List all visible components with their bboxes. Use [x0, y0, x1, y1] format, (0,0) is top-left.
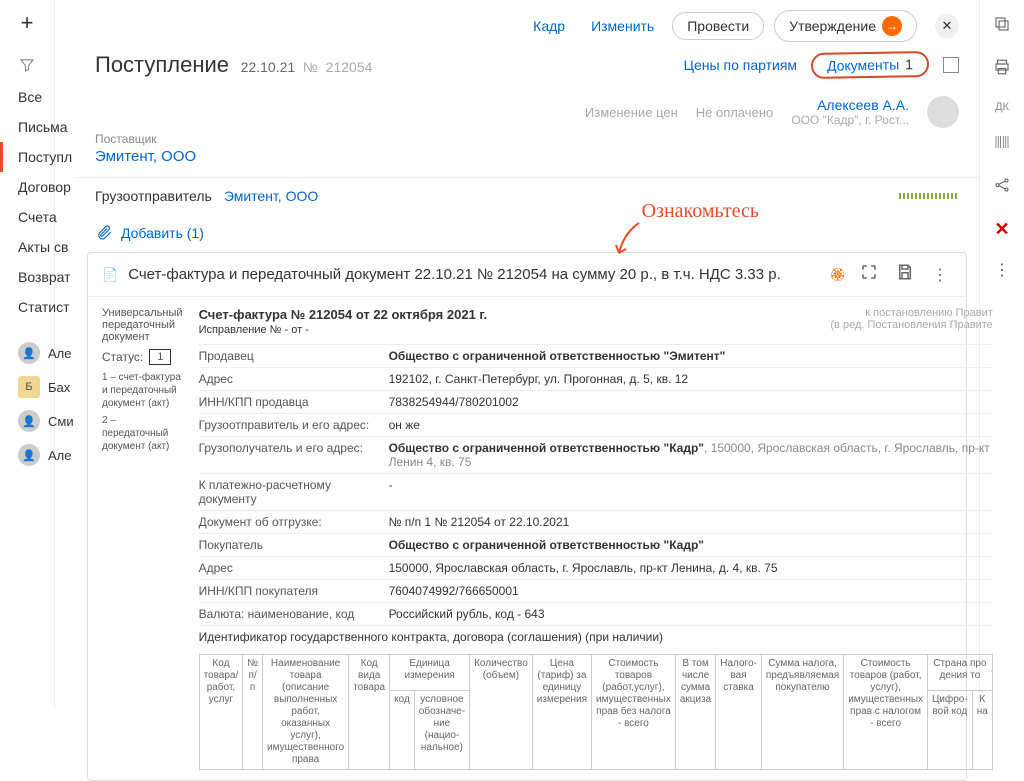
- person-company: ООО "Кадр", г. Рост...: [791, 113, 909, 127]
- copy-icon[interactable]: [993, 15, 1011, 38]
- sidebar-item-incoming[interactable]: Поступл: [0, 142, 75, 172]
- info-row: Грузополучатель и его адрес:Общество с о…: [199, 436, 993, 473]
- sidebar-item-acts[interactable]: Акты св: [18, 232, 75, 262]
- doc-icon: 📄: [102, 267, 118, 283]
- annotation-callout: Ознакомьтесь: [642, 200, 759, 223]
- sidebar-item-stats[interactable]: Статист: [18, 292, 75, 322]
- execute-button[interactable]: Провести: [672, 12, 764, 40]
- kadr-link[interactable]: Кадр: [525, 14, 573, 38]
- attach-icon: [95, 224, 113, 242]
- avatar: 👤: [18, 410, 40, 432]
- unpaid-label: Не оплачено: [696, 105, 773, 120]
- user-row[interactable]: Б Бах: [18, 372, 75, 402]
- save-icon[interactable]: [892, 263, 918, 286]
- user-row[interactable]: 👤 Але: [18, 338, 75, 368]
- status-note-1: 1 – счет-фактура и передаточный документ…: [102, 371, 183, 410]
- sidebar-item-bills[interactable]: Счета: [18, 202, 75, 232]
- invoice-heading: Счет-фактура № 212054 от 22 октября 2021…: [199, 307, 488, 322]
- info-row: ПродавецОбщество с ограниченной ответств…: [199, 344, 993, 367]
- more-icon[interactable]: ⋮: [994, 260, 1010, 280]
- fullscreen-icon[interactable]: [856, 263, 882, 286]
- ribbon-icon: 🏵: [829, 267, 846, 283]
- invoice-table: Код товара/ работ, услуг № п/п Наименова…: [199, 654, 993, 770]
- user-row[interactable]: 👤 Сми: [18, 406, 75, 436]
- info-row: ИНН/КПП покупателя7604074992/766650001: [199, 579, 993, 602]
- x-red-icon[interactable]: ✕: [994, 219, 1009, 240]
- sidebar-item-return[interactable]: Возврат: [18, 262, 75, 292]
- info-row: Адрес150000, Ярославская область, г. Яро…: [199, 556, 993, 579]
- dk-label[interactable]: ДК: [995, 101, 1009, 113]
- add-label: Добавить (1): [121, 225, 204, 241]
- info-row: Валюта: наименование, кодРоссийский рубл…: [199, 602, 993, 625]
- info-row: Документ об отгрузке:№ п/п 1 № 212054 от…: [199, 510, 993, 533]
- sidebar-item-contract[interactable]: Договор: [18, 172, 75, 202]
- price-change-label: Изменение цен: [585, 105, 678, 120]
- doc-title: Счет-фактура и передаточный документ 22.…: [128, 266, 819, 283]
- page-num-prefix: №: [303, 59, 322, 75]
- info-row: Адрес192102, г. Санкт-Петербург, ул. Про…: [199, 367, 993, 390]
- barcode-icon[interactable]: [993, 133, 1011, 156]
- page-date: 22.10.21: [241, 59, 296, 75]
- user-label: Але: [48, 346, 72, 361]
- documents-pill[interactable]: Документы 1: [811, 51, 929, 79]
- sidebar-item-letters[interactable]: Письма: [18, 112, 75, 142]
- status-value: 1: [149, 349, 171, 365]
- page-num: 212054: [326, 59, 373, 75]
- person-avatar[interactable]: [927, 96, 959, 128]
- print-icon[interactable]: [993, 58, 1011, 81]
- stripes-decor: [899, 193, 959, 199]
- add-button[interactable]: +: [21, 10, 34, 36]
- supplier-label: Поставщик: [95, 132, 959, 146]
- contract-id-label: Идентификатор государственного контракта…: [199, 625, 993, 648]
- sidebar-item-all[interactable]: Все: [18, 82, 75, 112]
- info-row: ИНН/КПП продавца7838254944/780201002: [199, 390, 993, 413]
- documents-count: 1: [905, 56, 913, 72]
- doc-more-icon[interactable]: ⋮: [928, 265, 952, 285]
- add-attachment-button[interactable]: Добавить (1): [75, 214, 979, 252]
- user-row[interactable]: 👤 Але: [18, 440, 75, 470]
- decree-1: к постановлению Правит: [830, 307, 992, 319]
- shipper-value[interactable]: Эмитент, ООО: [224, 188, 318, 204]
- invoice-correction: Исправление № - от -: [199, 324, 488, 336]
- share-icon[interactable]: [993, 176, 1011, 199]
- user-label: Бах: [48, 380, 70, 395]
- info-row: Грузоотправитель и его адрес:он же: [199, 413, 993, 436]
- user-label: Але: [48, 448, 72, 463]
- avatar: 👤: [18, 444, 40, 466]
- info-row: К платежно-расчетному документу-: [199, 473, 993, 510]
- approve-button[interactable]: Утверждение →: [774, 10, 917, 42]
- decree-2: (в ред. Постановления Правите: [830, 319, 992, 331]
- shipper-label: Грузоотправитель: [95, 188, 212, 204]
- status-note-2: 2 – передаточный документ (акт): [102, 414, 183, 453]
- arrow-right-icon: →: [882, 16, 902, 36]
- edit-square-icon[interactable]: [943, 57, 959, 73]
- status-label: Статус:: [102, 350, 143, 364]
- info-row: ПокупательОбщество с ограниченной ответс…: [199, 533, 993, 556]
- close-button[interactable]: ✕: [935, 14, 959, 38]
- page-title: Поступление: [95, 52, 229, 77]
- prices-link[interactable]: Цены по партиям: [684, 57, 797, 73]
- filter-icon[interactable]: [18, 56, 36, 77]
- user-label: Сми: [48, 414, 74, 429]
- avatar-initial: Б: [18, 376, 40, 398]
- documents-label: Документы: [827, 56, 899, 73]
- avatar: 👤: [18, 342, 40, 364]
- person-name[interactable]: Алексеев А.А.: [791, 97, 909, 113]
- approve-label: Утверждение: [789, 18, 876, 34]
- edit-link[interactable]: Изменить: [583, 14, 662, 38]
- upd-label: Универсальный передаточный документ: [102, 307, 183, 343]
- supplier-value[interactable]: Эмитент, ООО: [95, 148, 959, 165]
